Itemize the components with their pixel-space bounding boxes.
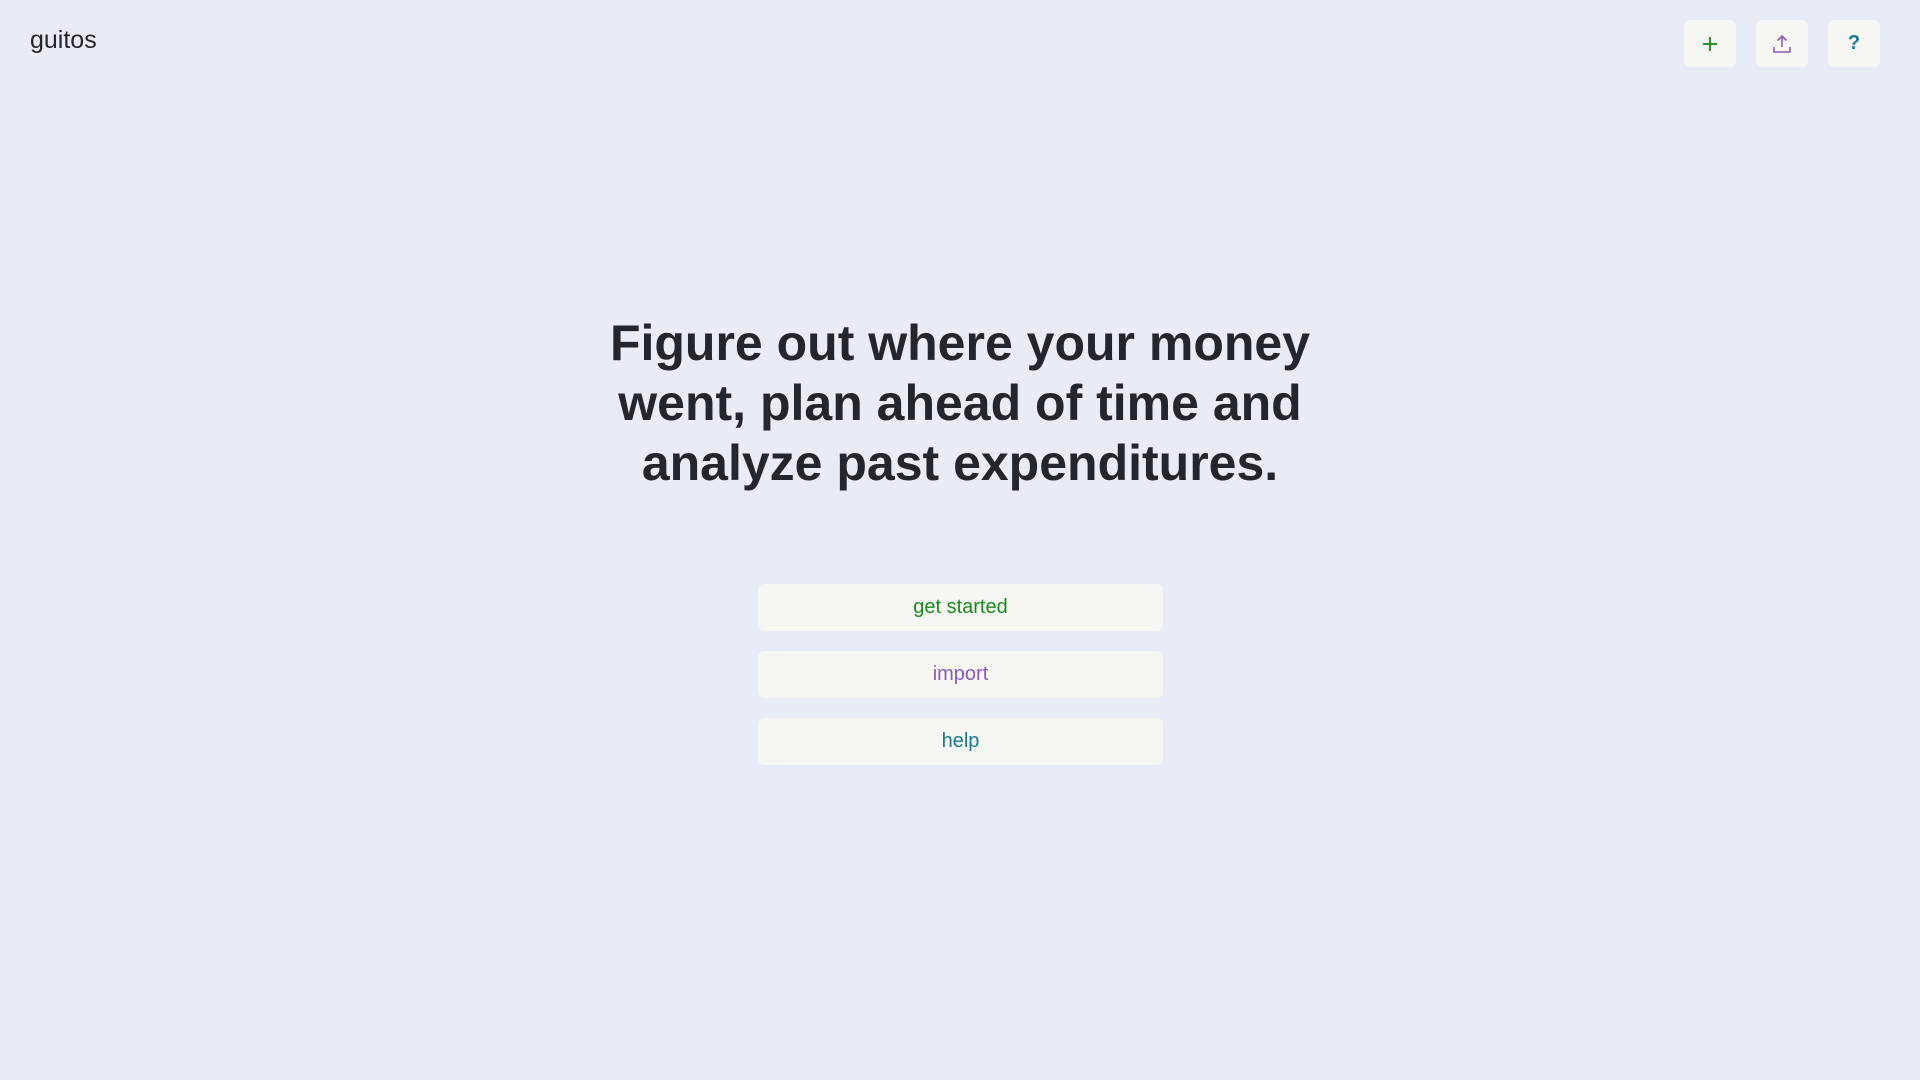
header-actions: ? <box>1684 20 1880 67</box>
help-icon-button[interactable]: ? <box>1828 20 1880 67</box>
import-button[interactable] <box>1756 20 1808 67</box>
new-budget-button[interactable] <box>1684 20 1736 67</box>
header: guitos ? <box>0 0 1920 88</box>
get-started-button[interactable]: get started <box>758 584 1163 631</box>
hero: Figure out where your money went, plan a… <box>0 313 1920 493</box>
question-icon: ? <box>1847 32 1861 54</box>
plus-icon <box>1701 35 1719 53</box>
help-action-button[interactable]: help <box>758 718 1163 765</box>
page-headline: Figure out where your money went, plan a… <box>609 315 1311 491</box>
import-action-button[interactable]: import <box>758 651 1163 698</box>
app-brand: guitos <box>30 26 97 54</box>
upload-icon <box>1771 33 1793 55</box>
landing-actions: get started import help <box>758 584 1163 765</box>
